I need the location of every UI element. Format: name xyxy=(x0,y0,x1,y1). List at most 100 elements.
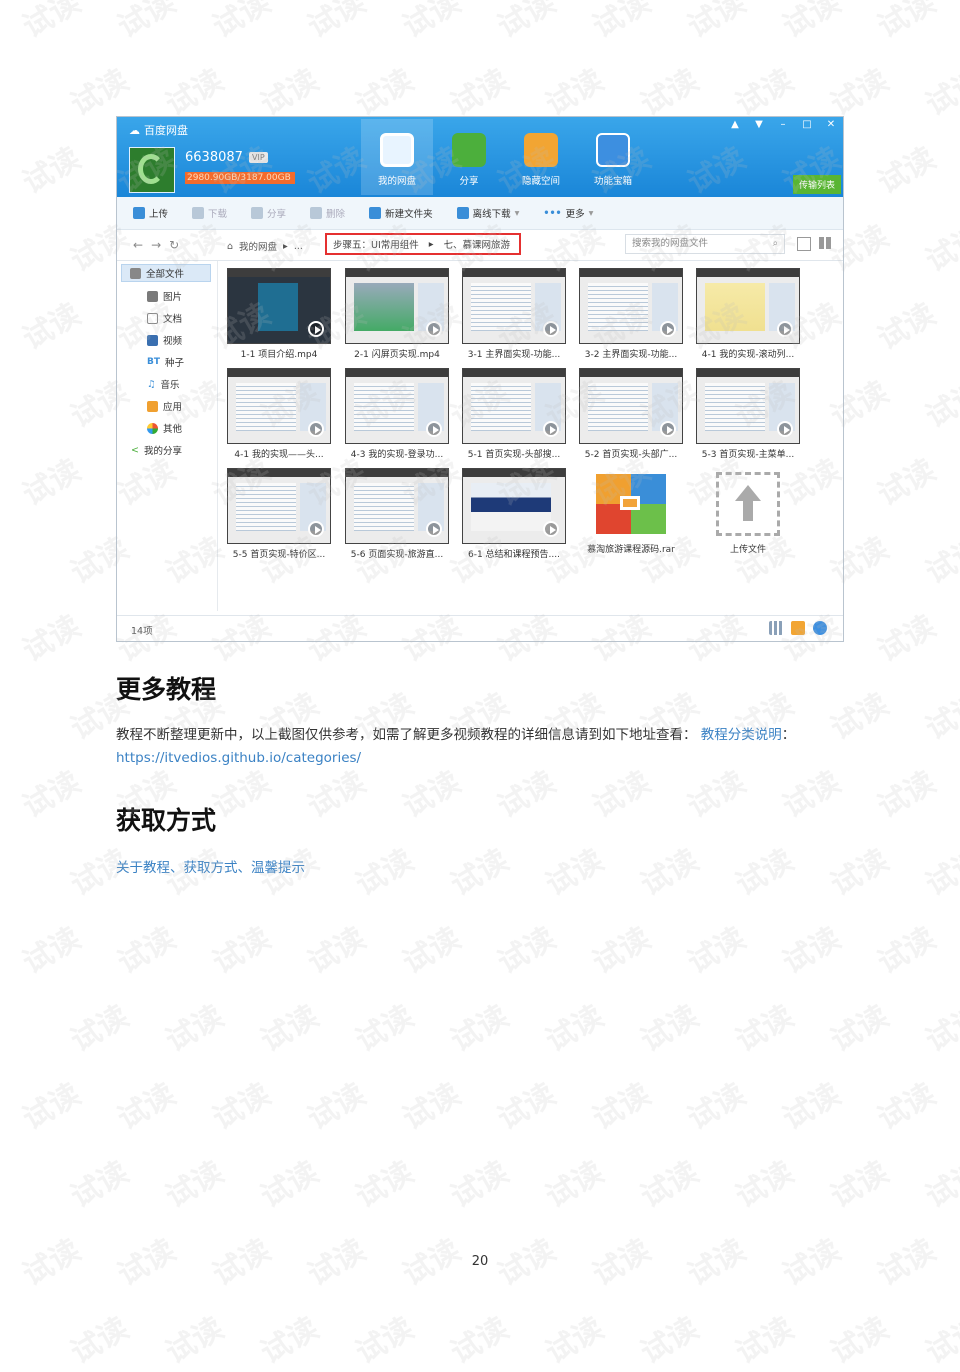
nav-my-disk[interactable]: 我的网盘 xyxy=(361,119,433,195)
watermark-text: 试读 xyxy=(587,0,657,46)
sidebar-item-torrent[interactable]: BT 种子 xyxy=(147,355,184,369)
watermark-text: 试读 xyxy=(872,1076,942,1138)
new-folder-icon xyxy=(369,207,382,219)
sidebar-item-docs[interactable]: 文档 xyxy=(147,311,182,325)
search-icon[interactable]: ⌕ xyxy=(773,235,778,253)
sidebar-item-label: 视频 xyxy=(163,336,183,347)
watermark-text: 试读 xyxy=(160,998,230,1060)
watermark-text: 试读 xyxy=(730,1154,800,1216)
file-name: 5-5 首页实现-特价区... xyxy=(232,550,326,560)
file-item[interactable]: 5-1 首页实现-头部搜... xyxy=(462,368,566,468)
home-icon[interactable]: ⌂ xyxy=(227,241,233,252)
share-button[interactable]: 分享 xyxy=(251,206,286,220)
sidebar-item-images[interactable]: 图片 xyxy=(147,289,182,303)
file-name: 4-1 我的实现-滚动列... xyxy=(701,350,795,360)
file-name: 4-3 我的实现-登录功... xyxy=(350,450,444,460)
breadcrumb-root[interactable]: 我的网盘 xyxy=(239,239,277,253)
share-small-icon: < xyxy=(131,444,139,456)
grid-icon[interactable] xyxy=(769,621,783,635)
play-icon xyxy=(308,521,324,537)
offline-download-button[interactable]: 离线下载 ▾ xyxy=(456,206,519,220)
button-label: 删除 xyxy=(326,209,346,220)
upload-file-tile[interactable]: 上传文件 xyxy=(696,468,800,568)
forward-icon[interactable]: → xyxy=(151,238,169,252)
refresh-icon[interactable]: ↻ xyxy=(169,238,187,252)
watermark-text: 试读 xyxy=(872,764,942,826)
categories-url-link[interactable]: https://itvedios.github.io/categories/ xyxy=(116,750,361,766)
lock-icon[interactable] xyxy=(813,621,827,635)
sidebar-item-other[interactable]: 其他 xyxy=(147,421,182,435)
watermark-text: 试读 xyxy=(777,0,847,46)
notify-icon[interactable]: ▲ xyxy=(723,117,747,133)
video-thumbnail xyxy=(462,468,566,544)
close-icon[interactable]: ✕ xyxy=(819,117,843,133)
file-item[interactable]: 5-5 首页实现-特价区... xyxy=(227,468,331,568)
file-item[interactable]: 5-2 首页实现-头部广... xyxy=(579,368,683,468)
more-button[interactable]: ••• 更多 ▾ xyxy=(543,206,593,221)
nav-share[interactable]: 分享 xyxy=(433,119,505,195)
sidebar-item-label: 应用 xyxy=(163,402,183,413)
file-item[interactable]: 1-1 项目介绍.mp4 xyxy=(227,268,331,368)
file-item[interactable]: 3-2 主界面实现-功能... xyxy=(579,268,683,368)
breadcrumb-step[interactable]: 步骤五：UI常用组件 xyxy=(333,237,419,251)
delete-button[interactable]: 删除 xyxy=(310,206,345,220)
minimize-icon[interactable]: – xyxy=(771,117,795,133)
more-dots-icon: ••• xyxy=(543,207,562,219)
search-input[interactable]: 搜索我的网盘文件 ⌕ xyxy=(625,234,785,254)
watermark-text: 试读 xyxy=(112,0,182,46)
button-label: 新建文件夹 xyxy=(385,209,433,220)
maximize-icon[interactable]: □ xyxy=(795,117,819,133)
history-nav: ←→↻ xyxy=(133,238,187,252)
upload-button[interactable]: 上传 xyxy=(133,206,168,220)
file-item[interactable]: 5-6 页面实现-旅游直... xyxy=(345,468,449,568)
watermark-text: 试读 xyxy=(350,1310,420,1372)
watermark-text: 试读 xyxy=(540,998,610,1060)
breadcrumb-ellipsis[interactable]: ... xyxy=(294,241,303,252)
categories-link[interactable]: 教程分类说明 xyxy=(701,727,782,743)
play-icon xyxy=(426,521,442,537)
sidebar-item-music[interactable]: ♫ 音乐 xyxy=(147,377,180,392)
archive-icon xyxy=(596,474,666,534)
nav-hidden-space[interactable]: 隐藏空间 xyxy=(505,119,577,195)
transfer-list-button[interactable]: 传输列表 xyxy=(792,175,841,194)
sidebar-item-my-shares[interactable]: < 我的分享 xyxy=(131,443,182,458)
file-item[interactable]: 3-1 主界面实现-功能... xyxy=(462,268,566,368)
sidebar-item-label: 音乐 xyxy=(160,380,180,391)
file-item[interactable]: 4-1 我的实现-滚动列... xyxy=(696,268,800,368)
file-item[interactable]: 5-3 首页实现-主菜单... xyxy=(696,368,800,468)
play-icon xyxy=(543,521,559,537)
watermark-text: 试读 xyxy=(825,842,895,904)
about-tutorial-link[interactable]: 关于教程、获取方式、温馨提示 xyxy=(116,856,305,876)
file-item[interactable]: 6-1 总结和课程预告.... xyxy=(462,468,566,568)
breadcrumb-current[interactable]: 七、慕课网旅游 xyxy=(444,237,511,251)
file-item[interactable]: 2-1 闪屏页实现.mp4 xyxy=(345,268,449,368)
grid-view-icon[interactable] xyxy=(819,237,831,249)
file-item[interactable]: 4-1 我的实现——头... xyxy=(227,368,331,468)
file-name: 1-1 项目介绍.mp4 xyxy=(240,350,318,360)
nav-label: 功能宝箱 xyxy=(593,176,632,187)
watermark-text: 试读 xyxy=(255,1154,325,1216)
address-bar: ←→↻ ⌂ 我的网盘 ▸ ... 步骤五：UI常用组件 ▸ 七、慕课网旅游 搜索… xyxy=(117,230,843,261)
watermark-text: 试读 xyxy=(255,1310,325,1372)
sidebar-item-video[interactable]: 视频 xyxy=(147,333,182,347)
new-folder-button[interactable]: 新建文件夹 xyxy=(369,206,433,220)
nav-label: 隐藏空间 xyxy=(521,176,560,187)
back-icon[interactable]: ← xyxy=(133,238,151,252)
watermark-text: 试读 xyxy=(920,1310,960,1372)
video-thumbnail xyxy=(227,368,331,444)
list-view-icon[interactable] xyxy=(797,237,811,251)
upgrade-icon[interactable] xyxy=(791,621,805,635)
breadcrumb: ⌂ 我的网盘 ▸ ... xyxy=(227,239,303,254)
file-item[interactable]: 慕淘旅游课程源码.rar xyxy=(579,468,683,568)
watermark-text: 试读 xyxy=(777,920,847,982)
download-button[interactable]: 下载 xyxy=(192,206,227,220)
menu-icon[interactable]: ▼ xyxy=(747,117,771,133)
avatar[interactable] xyxy=(129,147,175,193)
image-icon xyxy=(147,290,158,302)
sidebar-item-apps[interactable]: 应用 xyxy=(147,399,182,413)
watermark-text: 试读 xyxy=(920,1154,960,1216)
watermark-text: 试读 xyxy=(17,608,87,670)
sidebar-item-all-files[interactable]: 全部文件 xyxy=(121,264,211,282)
file-item[interactable]: 4-3 我的实现-登录功... xyxy=(345,368,449,468)
nav-toolbox[interactable]: 功能宝箱 xyxy=(577,119,649,195)
